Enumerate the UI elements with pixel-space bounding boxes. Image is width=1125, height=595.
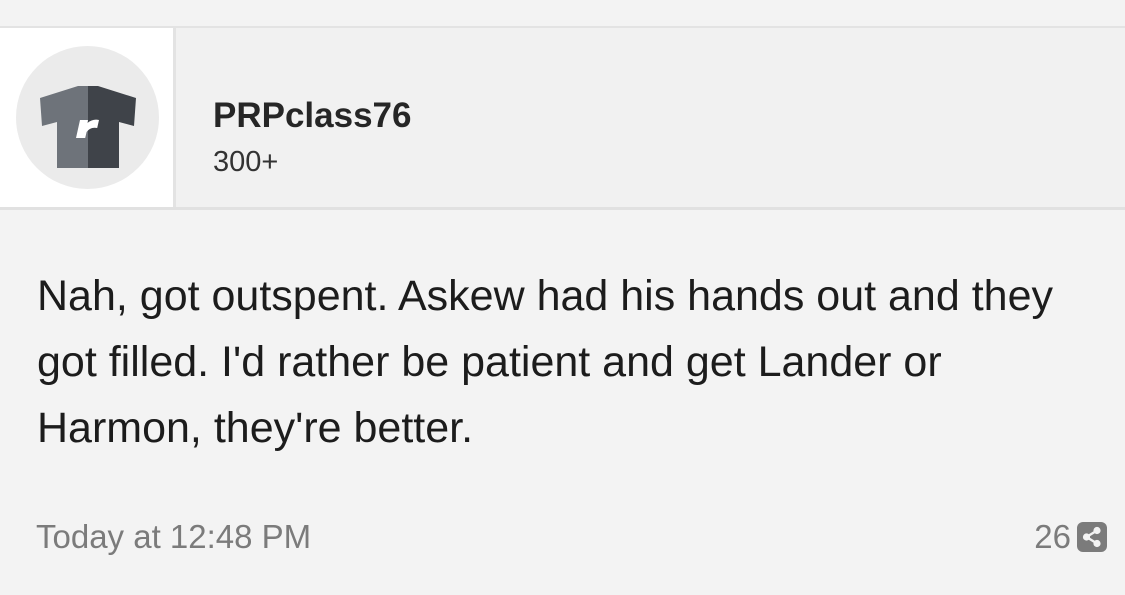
user-post-count: 300+ [213,146,279,178]
post-body-text: Nah, got outspent. Askew had his hands o… [37,272,1053,452]
share-icon[interactable] [1077,522,1107,552]
username[interactable]: PRPclass76 [213,96,411,136]
avatar-container[interactable] [0,28,176,207]
share-count: 26 [1034,518,1071,555]
share-button[interactable]: 26 [1034,517,1107,557]
tshirt-r-logo-icon [40,86,136,168]
post-author-header: PRPclass76 300+ [0,28,1125,210]
top-divider [0,0,1125,28]
avatar[interactable] [16,46,159,189]
post-timestamp[interactable]: Today at 12:48 PM [36,517,311,557]
